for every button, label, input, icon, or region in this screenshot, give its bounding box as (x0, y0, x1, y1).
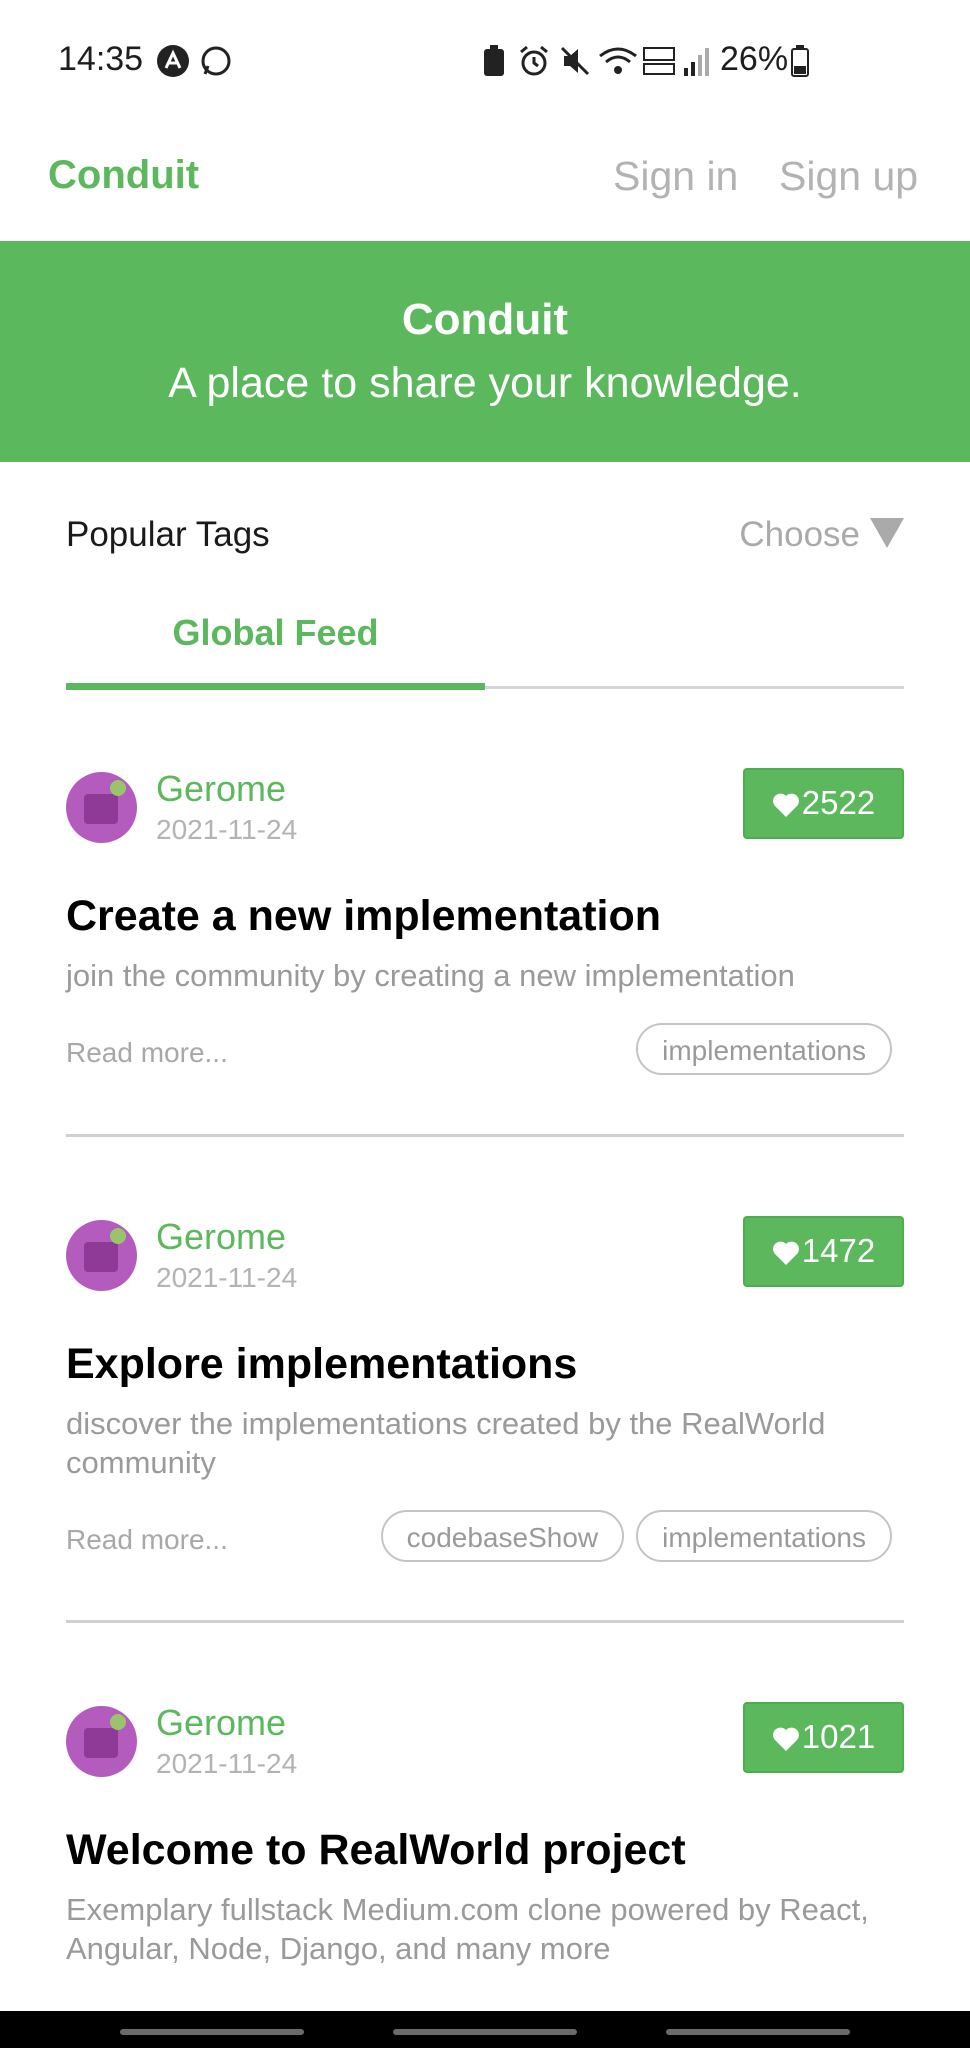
status-bar: 14:35 26% (0, 0, 970, 125)
sign-up-link[interactable]: Sign up (779, 153, 918, 200)
whatsapp-icon (199, 44, 233, 83)
feed-tabs: Global Feed (66, 606, 904, 690)
back-handle[interactable] (666, 2029, 850, 2035)
author-link[interactable]: Gerome (156, 1702, 286, 1744)
volte-icon (642, 44, 676, 83)
popular-tags-row: Popular Tags Choose (66, 515, 904, 560)
article-divider (66, 1620, 904, 1623)
avatar[interactable] (66, 1706, 137, 1777)
article-preview: Gerome 2021-11-24 1472 Explore implement… (66, 1216, 904, 1570)
avatar[interactable] (66, 772, 137, 843)
article-date: 2021-11-24 (156, 1262, 298, 1293)
article-preview: Gerome 2021-11-24 1021 Welcome to RealWo… (66, 1702, 904, 1968)
tab-global-feed[interactable]: Global Feed (66, 606, 485, 690)
tag-pill[interactable]: implementations (636, 1023, 892, 1075)
article-title[interactable]: Create a new implementation (66, 890, 904, 942)
favorite-button[interactable]: 2522 (743, 768, 904, 839)
battery-icon (790, 44, 810, 83)
article-description: Exemplary fullstack Medium.com clone pow… (66, 1892, 869, 1966)
status-time: 14:35 (58, 40, 144, 78)
favorite-count: 1021 (801, 1718, 876, 1755)
banner-title: Conduit (401, 295, 569, 344)
heart-icon (772, 793, 799, 817)
sign-in-link[interactable]: Sign in (613, 153, 738, 200)
favorite-button[interactable]: 1021 (743, 1702, 904, 1773)
read-more-link[interactable]: Read more... (66, 1524, 228, 1556)
home-handle[interactable] (393, 2029, 577, 2035)
hero-banner: Conduit A place to share your knowledge. (0, 241, 970, 462)
recent-apps-handle[interactable] (120, 2029, 304, 2035)
tags-dropdown-label: Choose (739, 515, 860, 554)
mute-icon (560, 44, 590, 83)
tab-global-feed-label: Global Feed (172, 612, 379, 653)
article-divider (66, 1134, 904, 1137)
banner-subtitle: A place to share your knowledge. (168, 359, 802, 407)
top-navbar: Conduit Sign in Sign up (0, 125, 970, 241)
favorite-count: 2522 (801, 784, 876, 821)
tags-dropdown[interactable]: Choose (739, 515, 904, 555)
favorite-button[interactable]: 1472 (743, 1216, 904, 1287)
chevron-down-icon (870, 518, 904, 548)
article-title[interactable]: Explore implementations (66, 1338, 904, 1390)
article-preview: Gerome 2021-11-24 2522 Create a new impl… (66, 768, 904, 1083)
popular-tags-label: Popular Tags (66, 515, 270, 554)
tag-list: codebaseShow implementations (380, 1510, 892, 1562)
tag-pill[interactable]: implementations (636, 1510, 892, 1562)
tag-list: implementations (636, 1023, 892, 1075)
battery-percentage: 26% (720, 40, 789, 78)
article-description: discover the implementations created by … (66, 1406, 826, 1480)
brand-logo[interactable]: Conduit (48, 153, 199, 198)
article-description: join the community by creating a new imp… (66, 958, 795, 993)
article-title[interactable]: Welcome to RealWorld project (66, 1824, 904, 1876)
heart-icon (772, 1727, 799, 1751)
app-notification-icon (156, 44, 190, 83)
alarm-icon (518, 44, 550, 83)
tag-pill[interactable]: codebaseShow (380, 1510, 625, 1562)
avatar[interactable] (66, 1220, 137, 1291)
wifi-icon (598, 44, 638, 83)
article-date: 2021-11-24 (156, 814, 298, 845)
article-date: 2021-11-24 (156, 1748, 298, 1779)
author-link[interactable]: Gerome (156, 1216, 286, 1258)
author-link[interactable]: Gerome (156, 768, 286, 810)
read-more-link[interactable]: Read more... (66, 1037, 228, 1069)
battery-saver-icon (482, 44, 506, 83)
heart-icon (772, 1241, 799, 1265)
signal-icon (682, 44, 712, 83)
favorite-count: 1472 (801, 1232, 876, 1269)
